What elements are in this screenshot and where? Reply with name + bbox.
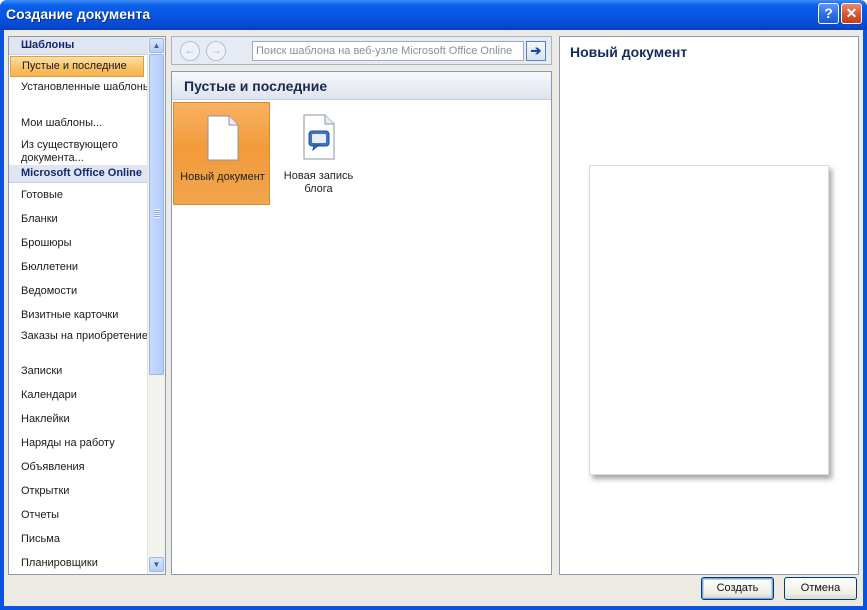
- back-arrow-icon[interactable]: ←: [180, 41, 200, 61]
- forward-arrow-icon[interactable]: →: [206, 41, 226, 61]
- nav-item-newsletters[interactable]: Бюллетени: [9, 255, 165, 279]
- nav-item-business-cards[interactable]: Визитные карточки: [9, 303, 165, 327]
- dialog-client-area: Шаблоны Пустые и последние Установленные…: [4, 30, 863, 606]
- scroll-grip-icon: [154, 209, 160, 218]
- gallery-title: Пустые и последние: [172, 72, 551, 100]
- category-pane: Шаблоны Пустые и последние Установленные…: [8, 36, 166, 575]
- tile-new-document[interactable]: Новый документ: [173, 102, 270, 205]
- dialog-window: Создание документа ? ✕ Шаблоны Пустые и …: [0, 0, 867, 610]
- template-search-input[interactable]: [252, 41, 524, 61]
- nav-item-purchase-orders[interactable]: Заказы на приобретение: [9, 327, 165, 359]
- templates-list: Пустые и последние Установленные шаблоны…: [9, 56, 165, 169]
- search-toolbar: ← → ➔: [171, 36, 552, 65]
- preview-pane: Новый документ: [559, 36, 859, 575]
- nav-item-installed-templates[interactable]: Установленные шаблоны: [9, 77, 165, 111]
- tile-label: Новый документ: [180, 171, 265, 183]
- nav-item-from-existing[interactable]: Из существующего документа...: [9, 135, 165, 169]
- blog-post-icon: [303, 114, 335, 160]
- tile-label: Новая запись блога: [283, 170, 354, 195]
- search-go-icon[interactable]: ➔: [526, 41, 546, 61]
- nav-item-memos[interactable]: Записки: [9, 359, 165, 383]
- online-list: Готовые Бланки Брошюры Бюллетени Ведомос…: [9, 183, 165, 574]
- blank-document-icon: [207, 115, 239, 161]
- nav-item-forms[interactable]: Бланки: [9, 207, 165, 231]
- templates-section-header: Шаблоны: [9, 37, 165, 55]
- scroll-up-icon[interactable]: ▲: [149, 38, 164, 53]
- nav-item-labels[interactable]: Наклейки: [9, 407, 165, 431]
- window-title: Создание документа: [6, 6, 151, 22]
- nav-item-cards[interactable]: Открытки: [9, 479, 165, 503]
- category-scrollbar[interactable]: ▲ ▼: [147, 37, 165, 574]
- title-bar[interactable]: Создание документа ? ✕: [0, 0, 867, 30]
- nav-item-statements[interactable]: Ведомости: [9, 279, 165, 303]
- scroll-down-icon[interactable]: ▼: [149, 557, 164, 572]
- scroll-thumb[interactable]: [149, 54, 164, 375]
- preview-title: Новый документ: [570, 44, 688, 60]
- nav-item-calendars[interactable]: Календари: [9, 383, 165, 407]
- create-button[interactable]: Создать: [701, 577, 774, 600]
- cancel-button[interactable]: Отмена: [784, 577, 857, 600]
- nav-item-reports[interactable]: Отчеты: [9, 503, 165, 527]
- document-preview: [589, 165, 829, 475]
- nav-item-announcements[interactable]: Объявления: [9, 455, 165, 479]
- nav-item-ready[interactable]: Готовые: [9, 183, 165, 207]
- nav-item-planners[interactable]: Планировщики: [9, 551, 165, 574]
- nav-item-brochures[interactable]: Брошюры: [9, 231, 165, 255]
- templates-gallery: Пустые и последние Новый документ Новая …: [171, 71, 552, 575]
- nav-item-my-templates[interactable]: Мои шаблоны...: [9, 111, 165, 135]
- close-button[interactable]: ✕: [841, 3, 862, 24]
- nav-item-blank-recent[interactable]: Пустые и последние: [10, 56, 144, 77]
- tile-new-blog-post[interactable]: Новая запись блога: [270, 102, 367, 205]
- nav-item-letters[interactable]: Письма: [9, 527, 165, 551]
- help-button[interactable]: ?: [818, 3, 839, 24]
- online-section-header: Microsoft Office Online: [9, 165, 165, 183]
- nav-item-work-orders[interactable]: Наряды на работу: [9, 431, 165, 455]
